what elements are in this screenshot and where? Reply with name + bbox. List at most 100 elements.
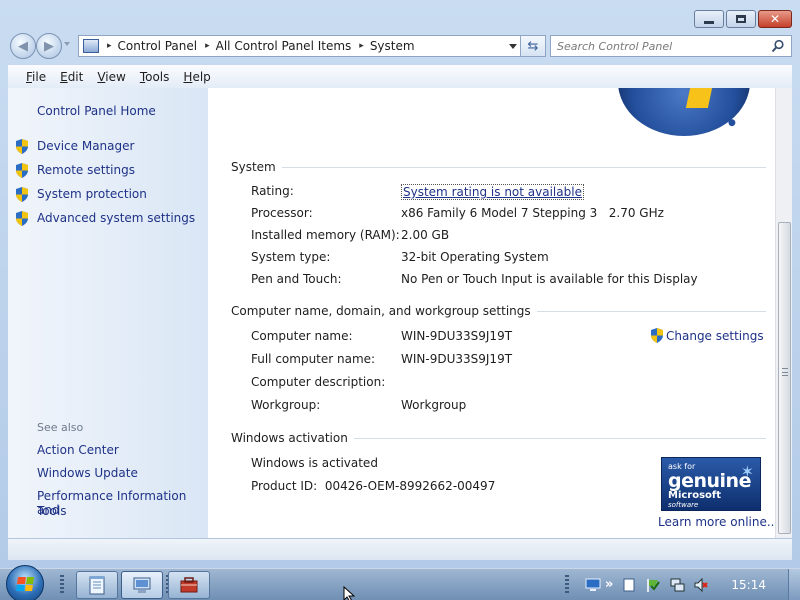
memory-value: 2.00 GB (401, 228, 450, 242)
address-dropdown-icon[interactable] (509, 44, 517, 49)
windows-flag-icon (685, 88, 713, 108)
taskbar-grip[interactable] (60, 575, 64, 595)
menu-edit[interactable]: Edit (60, 70, 83, 84)
section-divider (536, 310, 766, 312)
activation-status: Windows is activated (251, 456, 378, 470)
change-settings-link[interactable]: Change settings (650, 328, 764, 343)
back-button[interactable]: ◀ (10, 33, 36, 59)
workgroup-label: Workgroup: (251, 398, 321, 412)
taskbar-notepad-button[interactable] (76, 571, 118, 599)
address-bar[interactable]: ▸ Control Panel ▸ All Control Panel Item… (78, 35, 524, 57)
remote-settings-link[interactable]: Remote settings (16, 163, 135, 178)
control-panel-icon (83, 39, 99, 53)
desktop-toolbar-icon[interactable] (585, 577, 601, 593)
action-center-link[interactable]: Action Center (37, 443, 119, 457)
computer-section-title: Computer name, domain, and workgroup set… (231, 304, 766, 318)
minimize-icon (704, 20, 714, 24)
search-box[interactable] (550, 35, 792, 57)
change-settings-label: Change settings (666, 328, 764, 343)
refresh-button[interactable]: ⇆ (520, 35, 546, 57)
system-type-value: 32-bit Operating System (401, 250, 549, 264)
action-center-flag-icon[interactable] (645, 577, 661, 593)
vertical-scrollbar[interactable] (775, 88, 792, 538)
system-protection-link[interactable]: System protection (16, 187, 147, 202)
workgroup-value: Workgroup (401, 398, 467, 412)
minimize-button[interactable] (694, 10, 724, 28)
breadcrumb-separator-icon[interactable]: ▸ (205, 41, 210, 51)
document-tray-icon[interactable] (621, 577, 637, 593)
breadcrumb-control-panel[interactable]: Control Panel (118, 39, 198, 53)
menu-help[interactable]: Help (183, 70, 210, 84)
badge-star-icon: ✶ (740, 462, 754, 481)
window-controls: ✕ (694, 10, 792, 28)
status-bar (8, 538, 792, 560)
back-arrow-icon: ◀ (18, 38, 28, 54)
notepad-icon (89, 576, 105, 595)
menu-label: dit (67, 69, 84, 84)
windows-update-link[interactable]: Windows Update (37, 466, 138, 480)
scrollbar-thumb[interactable] (778, 222, 791, 534)
advanced-system-settings-link[interactable]: Advanced system settings (16, 211, 195, 226)
start-button[interactable] (6, 565, 44, 600)
uac-shield-icon (16, 211, 28, 226)
full-computer-name-label: Full computer name: (251, 352, 376, 366)
uac-shield-icon (16, 187, 28, 202)
breadcrumb-separator-icon[interactable]: ▸ (359, 41, 364, 51)
section-divider (353, 437, 766, 439)
memory-label: Installed memory (RAM): (251, 228, 400, 242)
search-input[interactable] (557, 39, 757, 53)
logo-sparkle-icon: ● (728, 118, 736, 128)
task-label: Device Manager (37, 139, 135, 153)
search-icon[interactable] (771, 39, 785, 53)
breadcrumb-system[interactable]: System (370, 39, 415, 53)
activation-section-title: Windows activation (231, 431, 766, 445)
pen-touch-value: No Pen or Touch Input is available for t… (401, 272, 698, 286)
menu-tools[interactable]: Tools (140, 70, 170, 84)
forward-arrow-icon: ▶ (44, 38, 54, 54)
section-title-text: System (231, 160, 276, 174)
product-id: Product ID: 00426-OEM-8992662-00497 (251, 479, 496, 493)
menu-file[interactable]: File (26, 70, 46, 84)
taskbar-control-panel-button[interactable] (121, 571, 163, 599)
see-also-heading: See also (37, 421, 84, 434)
genuine-microsoft-badge[interactable]: ask for genuine Microsoft software ✶ (661, 457, 761, 511)
forward-button[interactable]: ▶ (36, 33, 62, 59)
maximize-icon (736, 15, 746, 23)
processor-label: Processor: (251, 206, 313, 220)
menu-view[interactable]: View (97, 70, 125, 84)
breadcrumb-all-items[interactable]: All Control Panel Items (216, 39, 352, 53)
menu-label: elp (192, 69, 211, 84)
close-button[interactable]: ✕ (758, 10, 792, 28)
device-manager-link[interactable]: Device Manager (16, 139, 135, 154)
network-icon[interactable] (669, 577, 685, 593)
performance-information-link-line2[interactable]: Tools (37, 504, 67, 518)
breadcrumb-separator-icon[interactable]: ▸ (107, 41, 112, 51)
task-label: Remote settings (37, 163, 135, 177)
badge-line-microsoft: Microsoft (668, 490, 722, 501)
recent-pages-dropdown[interactable] (64, 42, 70, 46)
windows-start-icon (16, 577, 34, 591)
processor-value: x86 Family 6 Model 7 Stepping 3 2.70 GHz (401, 206, 664, 220)
clock[interactable]: 15:14 (731, 578, 766, 592)
system-rating-link[interactable]: System rating is not available (401, 184, 584, 200)
control-panel-home-link[interactable]: Control Panel Home (37, 104, 156, 118)
menu-label: ools (145, 69, 170, 84)
refresh-icon: ⇆ (527, 38, 539, 54)
mouse-cursor-icon (343, 586, 355, 600)
tray-grip[interactable] (565, 574, 569, 595)
volume-muted-icon[interactable] (693, 577, 709, 593)
section-divider (281, 166, 766, 168)
tray-expand-icon[interactable]: » (605, 577, 613, 592)
computer-name-label: Computer name: (251, 329, 353, 343)
toolbox-icon (180, 577, 198, 593)
menu-bar: File Edit View Tools Help (8, 64, 792, 88)
show-desktop-button[interactable] (788, 569, 800, 600)
rating-label: Rating: (251, 184, 294, 198)
learn-more-link[interactable]: Learn more online... (658, 515, 778, 529)
maximize-button[interactable] (726, 10, 756, 28)
system-window: ✕ ◀ ▶ ▸ Control Panel ▸ All Control Pane… (0, 0, 800, 568)
section-title-text: Windows activation (231, 431, 348, 445)
taskbar-app-button[interactable] (168, 571, 210, 599)
uac-shield-icon (651, 328, 663, 343)
uac-shield-icon (16, 139, 28, 154)
